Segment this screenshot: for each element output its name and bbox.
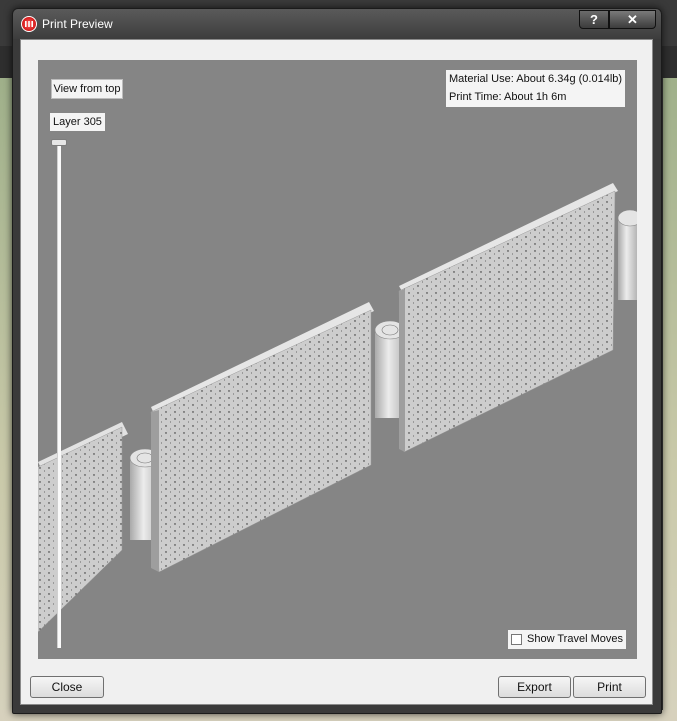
layer-label: Layer 305: [50, 113, 105, 131]
model-wall-segment-middle: [150, 302, 374, 573]
window-close-button[interactable]: ✕: [609, 10, 656, 29]
show-travel-moves-toggle[interactable]: Show Travel Moves: [508, 630, 626, 649]
window-title: Print Preview: [42, 17, 113, 31]
toolpath-render: [38, 183, 637, 633]
layer-slider-handle[interactable]: [51, 139, 67, 146]
material-use-text: Material Use: About 6.34g (0.014lb): [449, 73, 623, 85]
makerbot-logo-icon: [21, 16, 37, 32]
show-travel-moves-label: Show Travel Moves: [527, 633, 623, 645]
dialog-client-area: View from top Layer 305 Material Use: Ab…: [20, 39, 653, 705]
export-button[interactable]: Export: [498, 676, 571, 698]
title-bar[interactable]: Print Preview ? ✕: [13, 9, 661, 39]
background-build-plate-right: [663, 78, 677, 721]
print-preview-dialog: Print Preview ? ✕ View from top Layer 30…: [12, 8, 662, 714]
print-time-text: Print Time: About 1h 6m: [449, 91, 567, 103]
model-post-3: [617, 209, 637, 300]
view-from-top-button[interactable]: View from top: [51, 79, 123, 99]
help-button[interactable]: ?: [579, 10, 609, 29]
print-button[interactable]: Print: [573, 676, 646, 698]
model-wall-segment-right: [398, 183, 618, 453]
model-wall-segment-left: [38, 422, 128, 633]
preview-viewport[interactable]: View from top Layer 305 Material Use: Ab…: [38, 60, 637, 659]
print-stats-panel: Material Use: About 6.34g (0.014lb) Prin…: [446, 70, 625, 107]
close-button[interactable]: Close: [30, 676, 104, 698]
layer-slider-track[interactable]: [57, 142, 61, 648]
show-travel-moves-checkbox[interactable]: [511, 634, 522, 645]
